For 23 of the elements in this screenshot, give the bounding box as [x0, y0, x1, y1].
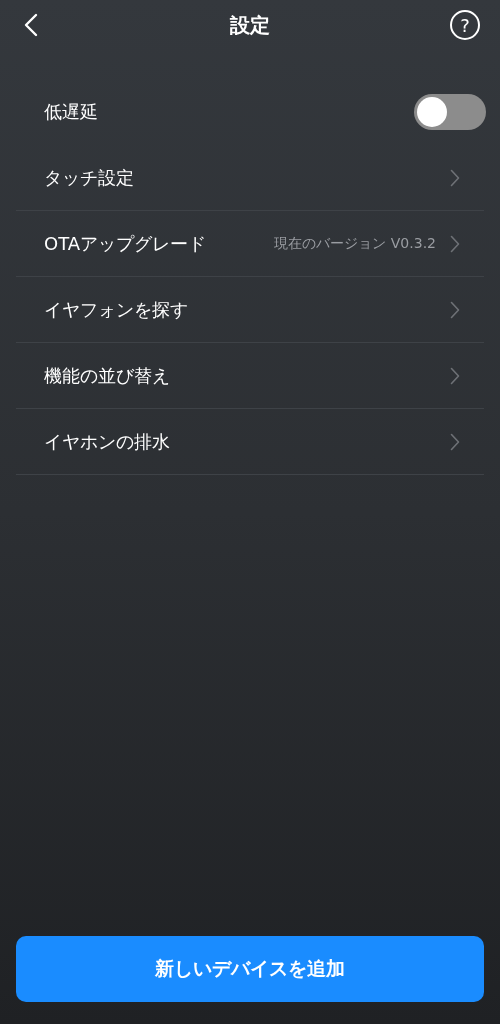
version-text: 現在のバージョン V0.3.2 — [274, 234, 436, 253]
chevron-icon — [450, 234, 460, 253]
chevron-icon — [450, 168, 460, 187]
settings-row[interactable]: タッチ設定 — [16, 145, 484, 211]
settings-row[interactable]: イヤフォンを探す — [16, 277, 484, 343]
row-label: イヤホンの排水 — [44, 429, 170, 454]
row-label: イヤフォンを探す — [44, 297, 188, 322]
row-label: 機能の並び替え — [44, 363, 170, 388]
back-icon — [24, 13, 38, 37]
row-label: OTAアップグレード — [44, 231, 207, 256]
row-label: タッチ設定 — [44, 165, 134, 190]
chevron-icon — [450, 300, 460, 319]
row-label: 低遅延 — [44, 99, 98, 124]
settings-row[interactable]: 機能の並び替え — [16, 343, 484, 409]
settings-row[interactable]: 低遅延 — [16, 79, 484, 145]
settings-row[interactable]: イヤホンの排水 — [16, 409, 484, 475]
settings-row[interactable]: OTAアップグレード 現在のバージョン V0.3.2 — [16, 211, 484, 277]
toggle-switch[interactable] — [414, 93, 486, 130]
back-button[interactable] — [22, 11, 40, 39]
chevron-icon — [450, 432, 460, 451]
chevron-icon — [450, 366, 460, 385]
screen-title: 設定 — [230, 11, 270, 39]
help-button[interactable]: ? — [450, 10, 480, 40]
